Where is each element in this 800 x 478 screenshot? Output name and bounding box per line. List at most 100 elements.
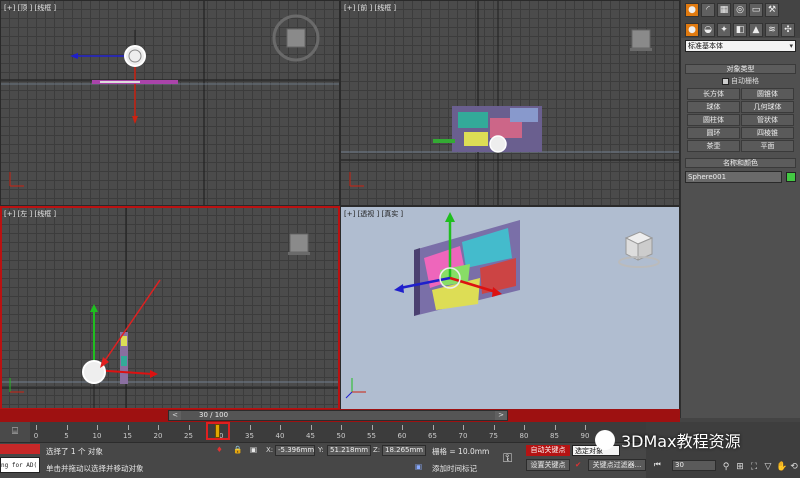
viewport-label-top[interactable]: [+] [顶 ] [线框 ]	[4, 3, 56, 13]
set-key-button[interactable]: 设置关键点	[526, 459, 570, 471]
trackbar-tick	[158, 425, 159, 430]
key-filters-button[interactable]: 关键点过滤器...	[588, 459, 646, 471]
maxscript-input[interactable]: ng for AD(	[0, 457, 40, 473]
trackbar-tick	[463, 425, 464, 430]
object-color-swatch[interactable]	[786, 172, 796, 182]
trackbar-tick	[66, 425, 68, 430]
curve-editor-icon[interactable]: ⌸	[0, 422, 30, 442]
trackbar-tick	[127, 425, 129, 430]
viewport-label-perspective[interactable]: [+] [透视 ] [真实 ]	[344, 209, 403, 219]
trackbar-tick-label: 65	[428, 432, 437, 440]
auto-key-button[interactable]: 自动关键点	[526, 445, 570, 456]
viewport-label-front[interactable]: [+] [前 ] [线框 ]	[344, 3, 396, 13]
viewport-label-left[interactable]: [+] [左 ] [线框 ]	[4, 209, 56, 219]
trackbar-tick-label: 10	[92, 432, 102, 440]
viewcube-icon[interactable]	[618, 231, 660, 268]
add-time-tag[interactable]: 添加时间标记	[432, 463, 477, 474]
status-bar: ng for AD( 选择了 1 个 对象 单击并拖动以选择并移动对象 ♦ 🔒 …	[0, 442, 680, 478]
category-dropdown[interactable]: 标准基本体 ▾	[685, 40, 796, 52]
modify-tab-icon[interactable]: ◜	[701, 3, 715, 17]
viewport-top[interactable]: [+] [顶 ] [线框 ]	[0, 0, 340, 206]
autogrid-row[interactable]: 自动栅格	[681, 76, 800, 86]
trackbar[interactable]: ⌸ 051015202530354045505560657075808590	[0, 422, 680, 442]
trackbar-tick-label: 40	[275, 432, 285, 440]
trackbar-tick-label: 15	[123, 432, 132, 440]
selection-lock-icon[interactable]: 🔒	[233, 445, 242, 454]
key-filter-icon[interactable]: ✔	[575, 460, 581, 469]
sphere-button[interactable]: 球体	[687, 101, 740, 113]
trackbar-tick	[280, 425, 281, 430]
maxscript-listener-mini[interactable]	[0, 444, 40, 454]
box-button[interactable]: 长方体	[687, 88, 740, 100]
y-coordinate-field[interactable]: 51.218mm	[327, 445, 371, 456]
pan-icon[interactable]: ✋	[776, 462, 788, 472]
utilities-tab-icon[interactable]: ⚒	[765, 3, 779, 17]
create-tab-icon[interactable]: ●	[685, 3, 699, 17]
geosphere-button[interactable]: 几何球体	[741, 101, 794, 113]
name-color-rollout[interactable]: 名称和颜色	[685, 158, 796, 168]
time-tag-icon[interactable]: ▣	[415, 462, 422, 471]
current-frame-field[interactable]: 30	[672, 460, 716, 471]
front-view-scene	[340, 0, 680, 206]
time-slider[interactable]: < 30 / 100 >	[168, 410, 508, 421]
viewcube-icon[interactable]	[630, 29, 652, 51]
top-view-scene	[0, 0, 340, 206]
viewport-left[interactable]: [+] [左 ] [线框 ]	[0, 206, 340, 410]
lock-icon[interactable]: ♦	[216, 445, 223, 454]
display-tab-icon[interactable]: ▭	[749, 3, 763, 17]
absolute-mode-icon[interactable]: ▣	[250, 445, 257, 454]
torus-button[interactable]: 圆环	[687, 127, 740, 139]
command-tabs: ● ◜ ▦ ◎ ▭ ⚒	[681, 0, 800, 20]
cameras-icon[interactable]: ◧	[733, 23, 747, 37]
helpers-icon[interactable]: ▲	[749, 23, 763, 37]
keyframe-highlight	[206, 422, 230, 440]
x-coordinate-field[interactable]: -5.396mm	[275, 445, 315, 456]
teapot-button[interactable]: 茶壶	[687, 140, 740, 152]
trackbar-tick	[36, 425, 37, 430]
motion-tab-icon[interactable]: ◎	[733, 3, 747, 17]
trackbar-tick	[493, 425, 495, 430]
zoom-all-icon[interactable]: ⊞	[734, 462, 746, 472]
trackbar-tick-label: 20	[153, 432, 163, 440]
trackbar-tick-label: 85	[550, 432, 559, 440]
wechat-logo-icon	[595, 430, 615, 450]
zoom-extents-icon[interactable]: ⛶	[748, 462, 760, 472]
key-icon[interactable]: ⚿	[503, 451, 512, 466]
viewport-front[interactable]: [+] [前 ] [线框 ]	[340, 0, 680, 206]
time-slider-next[interactable]: >	[495, 411, 507, 420]
hierarchy-tab-icon[interactable]: ▦	[717, 3, 731, 17]
time-config-icon[interactable]: ⏮	[654, 460, 661, 470]
cone-button[interactable]: 圆锥体	[741, 88, 794, 100]
orbit-icon[interactable]: ⟲	[788, 462, 800, 472]
trackbar-tick	[371, 425, 373, 430]
geometry-icon[interactable]: ●	[685, 23, 699, 37]
lights-icon[interactable]: ✦	[717, 23, 731, 37]
tube-button[interactable]: 管状体	[741, 114, 794, 126]
time-slider-position: 30 / 100	[199, 411, 229, 419]
trackbar-tick	[524, 425, 525, 430]
autogrid-checkbox[interactable]	[722, 77, 729, 85]
cylinder-button[interactable]: 圆柱体	[687, 114, 740, 126]
systems-icon[interactable]: ✣	[781, 23, 795, 37]
zoom-icon[interactable]: ⚲	[720, 462, 732, 472]
viewport-perspective[interactable]: [+] [透视 ] [真实 ]	[340, 206, 680, 410]
time-slider-prev[interactable]: <	[169, 411, 181, 420]
trackbar-tick-label: 90	[580, 432, 590, 440]
plane-button[interactable]: 平面	[741, 140, 794, 152]
viewcube-icon[interactable]	[272, 14, 320, 62]
shapes-icon[interactable]: ◒	[701, 23, 715, 37]
z-coordinate-field[interactable]: 18.265mm	[382, 445, 426, 456]
spacewarps-icon[interactable]: ≋	[765, 23, 779, 37]
fov-icon[interactable]: ▽	[762, 462, 774, 472]
object-type-rollout[interactable]: 对象类型	[685, 64, 796, 74]
pyramid-button[interactable]: 四棱锥	[741, 127, 794, 139]
prompt-line: 单击并拖动以选择并移动对象	[46, 464, 144, 473]
viewcube-icon[interactable]	[288, 233, 310, 255]
grid-size: 栅格 = 10.0mm	[432, 447, 490, 456]
object-name-field[interactable]: Sphere001	[685, 171, 782, 183]
trackbar-tick-label: 50	[336, 432, 346, 440]
trackbar-tick	[341, 425, 342, 430]
trackbar-tick	[585, 425, 586, 430]
trackbar-tick-label: 45	[306, 432, 315, 440]
trackbar-tick-label: 55	[367, 432, 376, 440]
